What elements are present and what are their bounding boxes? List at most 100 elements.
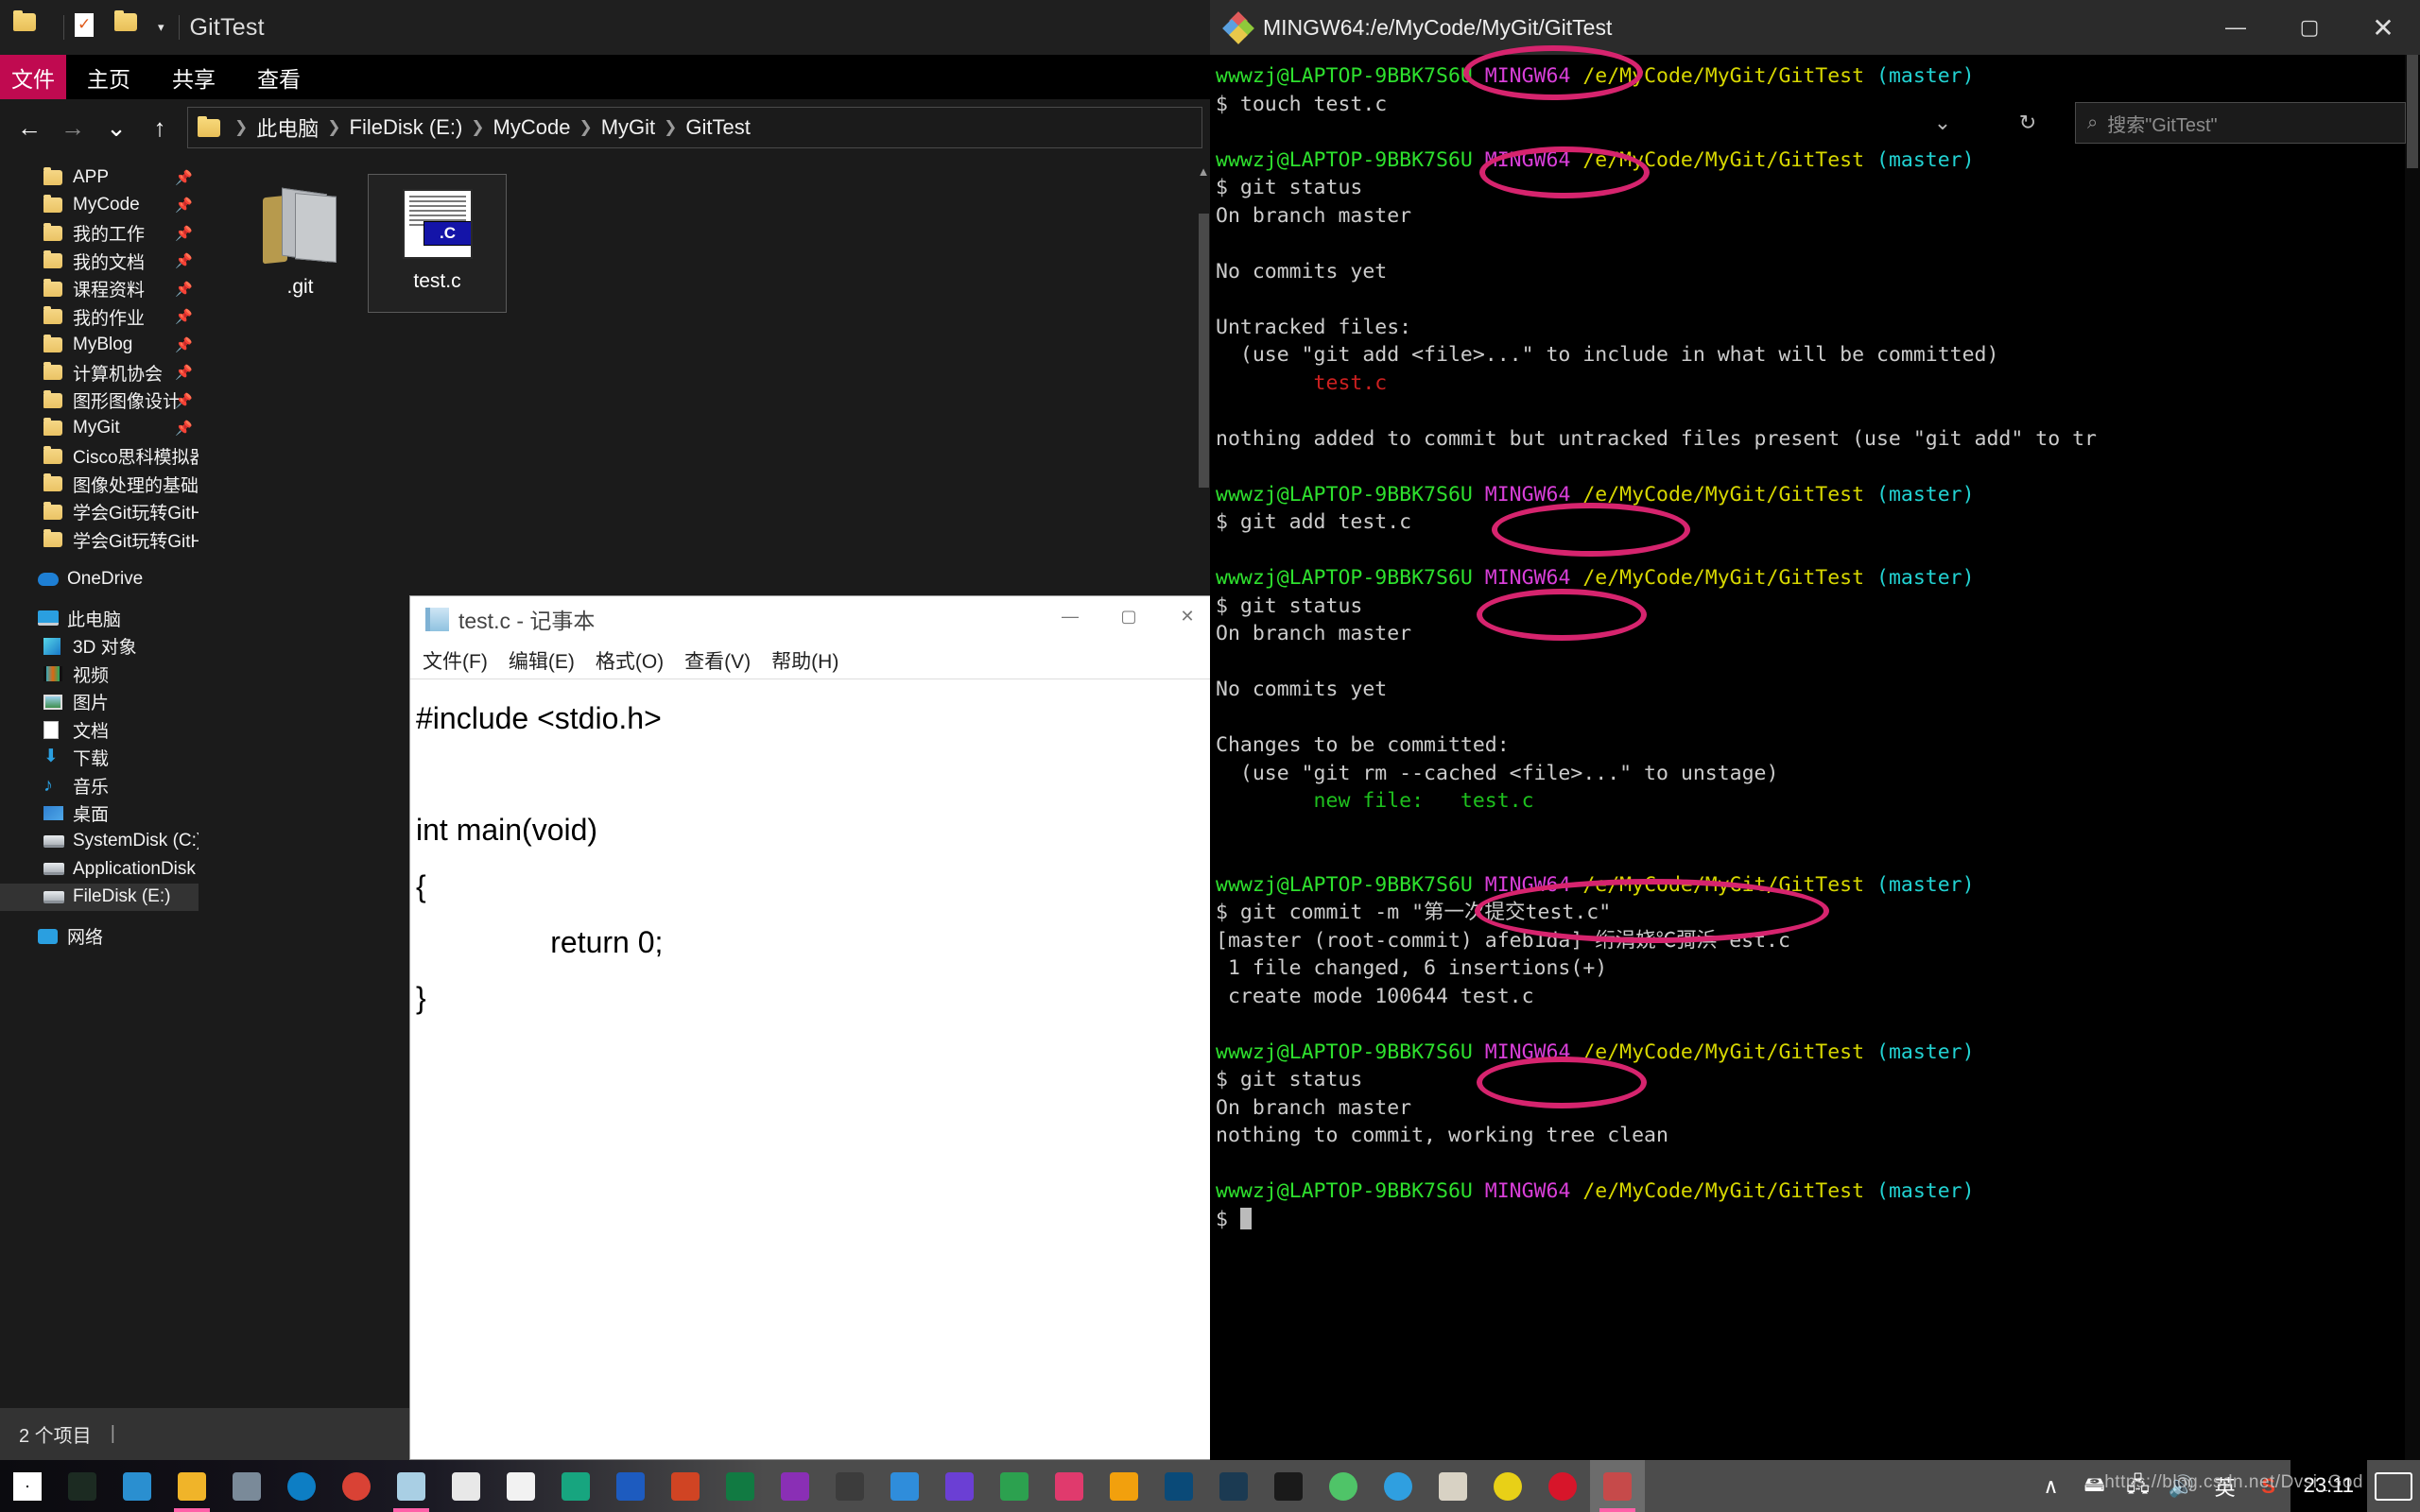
ribbon-tab-file[interactable]: 文件 xyxy=(0,55,66,99)
search-input[interactable]: 搜索"GitTest" xyxy=(2107,110,2217,137)
taskbar-wechat-button[interactable] xyxy=(1316,1460,1371,1512)
pin-icon[interactable]: 📌 xyxy=(175,308,193,325)
maximize-button[interactable]: ▢ xyxy=(2273,0,2346,55)
search-box[interactable]: ⌕ 搜索"GitTest" xyxy=(2075,102,2406,144)
notepad-text-area[interactable]: #include <stdio.h> int main(void) { retu… xyxy=(410,679,1217,1026)
sidebar-item[interactable]: SystemDisk (C:) xyxy=(0,828,199,856)
sidebar-item[interactable]: MyCode 📌 xyxy=(0,192,199,220)
taskbar-word-button[interactable] xyxy=(603,1460,658,1512)
pin-icon[interactable]: 📌 xyxy=(175,392,193,409)
new-folder-icon[interactable] xyxy=(114,10,143,42)
taskbar-terminal-button[interactable] xyxy=(55,1460,110,1512)
taskbar-lightroom-button[interactable] xyxy=(1206,1460,1261,1512)
menu-view[interactable]: 查看(V) xyxy=(684,646,751,675)
sidebar-item[interactable]: MyBlog 📌 xyxy=(0,331,199,359)
sidebar-item[interactable]: APP 📌 xyxy=(0,163,199,192)
pin-icon[interactable]: 📌 xyxy=(175,197,193,214)
sidebar-item[interactable]: 此电脑 xyxy=(0,605,199,633)
taskbar-xmind-button[interactable] xyxy=(1426,1460,1480,1512)
taskbar-git-bash-button[interactable] xyxy=(1590,1460,1645,1512)
pin-icon[interactable]: 📌 xyxy=(175,281,193,298)
sidebar-item[interactable]: 3D 对象 xyxy=(0,632,199,661)
pin-icon[interactable]: 📌 xyxy=(175,336,193,353)
sidebar-item[interactable]: 图形图像设计 📌 xyxy=(0,387,199,415)
sidebar-item[interactable]: 计算机协会 📌 xyxy=(0,359,199,387)
scroll-up-arrow[interactable]: ▲ xyxy=(1197,164,1210,179)
menu-format[interactable]: 格式(O) xyxy=(596,646,664,675)
taskbar-snipaste-button[interactable] xyxy=(1097,1460,1151,1512)
quick-access-folder-icon[interactable] xyxy=(13,10,42,42)
forward-button[interactable]: → xyxy=(51,106,95,149)
pin-icon[interactable]: 📌 xyxy=(175,420,193,437)
taskbar-telegram-button[interactable] xyxy=(1371,1460,1426,1512)
taskbar-netease-music-button[interactable] xyxy=(1535,1460,1590,1512)
sidebar-item[interactable]: ⬇ 下载 xyxy=(0,744,199,772)
scrollbar-thumb[interactable] xyxy=(2407,55,2418,168)
sidebar-item[interactable]: 学会Git玩转GitHub(第 xyxy=(0,498,199,526)
taskbar-text-tool-button[interactable] xyxy=(493,1460,548,1512)
up-button[interactable]: ↑ xyxy=(138,106,182,149)
sidebar-item[interactable]: 桌面 xyxy=(0,799,199,828)
taskbar-powerpoint-button[interactable] xyxy=(658,1460,713,1512)
taskbar-intellij-button[interactable] xyxy=(1042,1460,1097,1512)
taskbar-photoshop-button[interactable] xyxy=(1151,1460,1206,1512)
tray-chevron-icon[interactable]: ∧ xyxy=(2030,1460,2073,1512)
sidebar-item[interactable]: 我的作业 📌 xyxy=(0,303,199,332)
scrollbar-thumb[interactable] xyxy=(1199,214,1209,488)
taskbar-sublime-button[interactable] xyxy=(822,1460,877,1512)
sidebar-item[interactable]: 图片 xyxy=(0,688,199,716)
notification-icon[interactable] xyxy=(2367,1460,2420,1512)
terminal-output[interactable]: wwwzj@LAPTOP-9BBK7S6U MINGW64 /e/MyCode/… xyxy=(1210,55,2420,1460)
sidebar-item[interactable]: 课程资料 📌 xyxy=(0,275,199,303)
sidebar-item[interactable]: MyGit 📌 xyxy=(0,415,199,443)
close-button[interactable]: ✕ xyxy=(1158,596,1217,636)
taskbar-notepad-button[interactable] xyxy=(384,1460,439,1512)
start-button[interactable] xyxy=(0,1460,55,1512)
breadcrumb[interactable]: ❯ 此电脑 ❯ FileDisk (E:) ❯ MyCode ❯ MyGit ❯… xyxy=(187,107,1202,148)
sidebar-item[interactable]: 文档 xyxy=(0,716,199,745)
terminal-scrollbar[interactable] xyxy=(2405,55,2420,1460)
breadcrumb-item-0[interactable]: 此电脑 xyxy=(256,112,319,143)
sidebar-item[interactable]: OneDrive xyxy=(0,565,199,593)
taskbar-qq-button[interactable] xyxy=(1261,1460,1316,1512)
taskbar-edge-button[interactable] xyxy=(274,1460,329,1512)
maximize-button[interactable]: ▢ xyxy=(1099,596,1158,636)
pin-icon[interactable]: 📌 xyxy=(175,252,193,269)
breadcrumb-item-2[interactable]: MyCode xyxy=(493,115,571,140)
refresh-icon[interactable]: ↻ xyxy=(2019,111,2036,135)
mingw64-terminal-window[interactable]: MINGW64:/e/MyCode/MyGit/GitTest — ▢ ✕ ww… xyxy=(1210,0,2420,1460)
taskbar-calculator-button[interactable] xyxy=(219,1460,274,1512)
taskbar-kugou-button[interactable] xyxy=(1480,1460,1535,1512)
properties-icon[interactable] xyxy=(75,13,103,42)
ribbon-tab-share[interactable]: 共享 xyxy=(151,55,236,99)
back-button[interactable]: ← xyxy=(8,106,51,149)
menu-file[interactable]: 文件(F) xyxy=(423,646,488,675)
ribbon-tab-home[interactable]: 主页 xyxy=(66,55,151,99)
file-item-testc[interactable]: .C test.c xyxy=(368,174,507,313)
taskbar-file-explorer-button[interactable] xyxy=(164,1460,219,1512)
pin-icon[interactable]: 📌 xyxy=(175,225,193,242)
recent-locations-button[interactable]: ⌄ xyxy=(95,106,138,149)
sidebar-item[interactable]: ♪ 音乐 xyxy=(0,772,199,800)
breadcrumb-item-4[interactable]: GitTest xyxy=(685,115,750,140)
taskbar-chrome-button[interactable] xyxy=(329,1460,384,1512)
breadcrumb-item-3[interactable]: MyGit xyxy=(601,115,655,140)
sidebar-item[interactable]: 视频 xyxy=(0,661,199,689)
pin-icon[interactable]: 📌 xyxy=(175,364,193,381)
file-item-git[interactable]: .git xyxy=(232,175,369,312)
taskbar-excel-button[interactable] xyxy=(713,1460,768,1512)
close-button[interactable]: ✕ xyxy=(2346,0,2420,55)
minimize-button[interactable]: — xyxy=(2199,0,2273,55)
sidebar-item[interactable]: 图像处理的基础知识(6 xyxy=(0,471,199,499)
sidebar-item[interactable]: Cisco思科模拟器交换机 xyxy=(0,442,199,471)
taskbar[interactable]: ∧ 🖴 🖧 🔊 英 S 23:11 xyxy=(0,1460,2420,1512)
sidebar-item[interactable]: 我的工作 📌 xyxy=(0,219,199,248)
notepad-window[interactable]: test.c - 记事本 — ▢ ✕ 文件(F) 编辑(E) 格式(O) 查看(… xyxy=(409,595,1218,1460)
taskbar-vs-code-button[interactable] xyxy=(932,1460,987,1512)
sidebar-item[interactable]: 我的文档 📌 xyxy=(0,248,199,276)
taskbar-notion-button[interactable] xyxy=(548,1460,603,1512)
sidebar-item[interactable]: FileDisk (E:) xyxy=(0,883,199,911)
taskbar-visual-studio-button[interactable] xyxy=(877,1460,932,1512)
breadcrumb-item-1[interactable]: FileDisk (E:) xyxy=(350,115,463,140)
customize-dropdown-icon[interactable]: ▾ xyxy=(158,20,164,35)
